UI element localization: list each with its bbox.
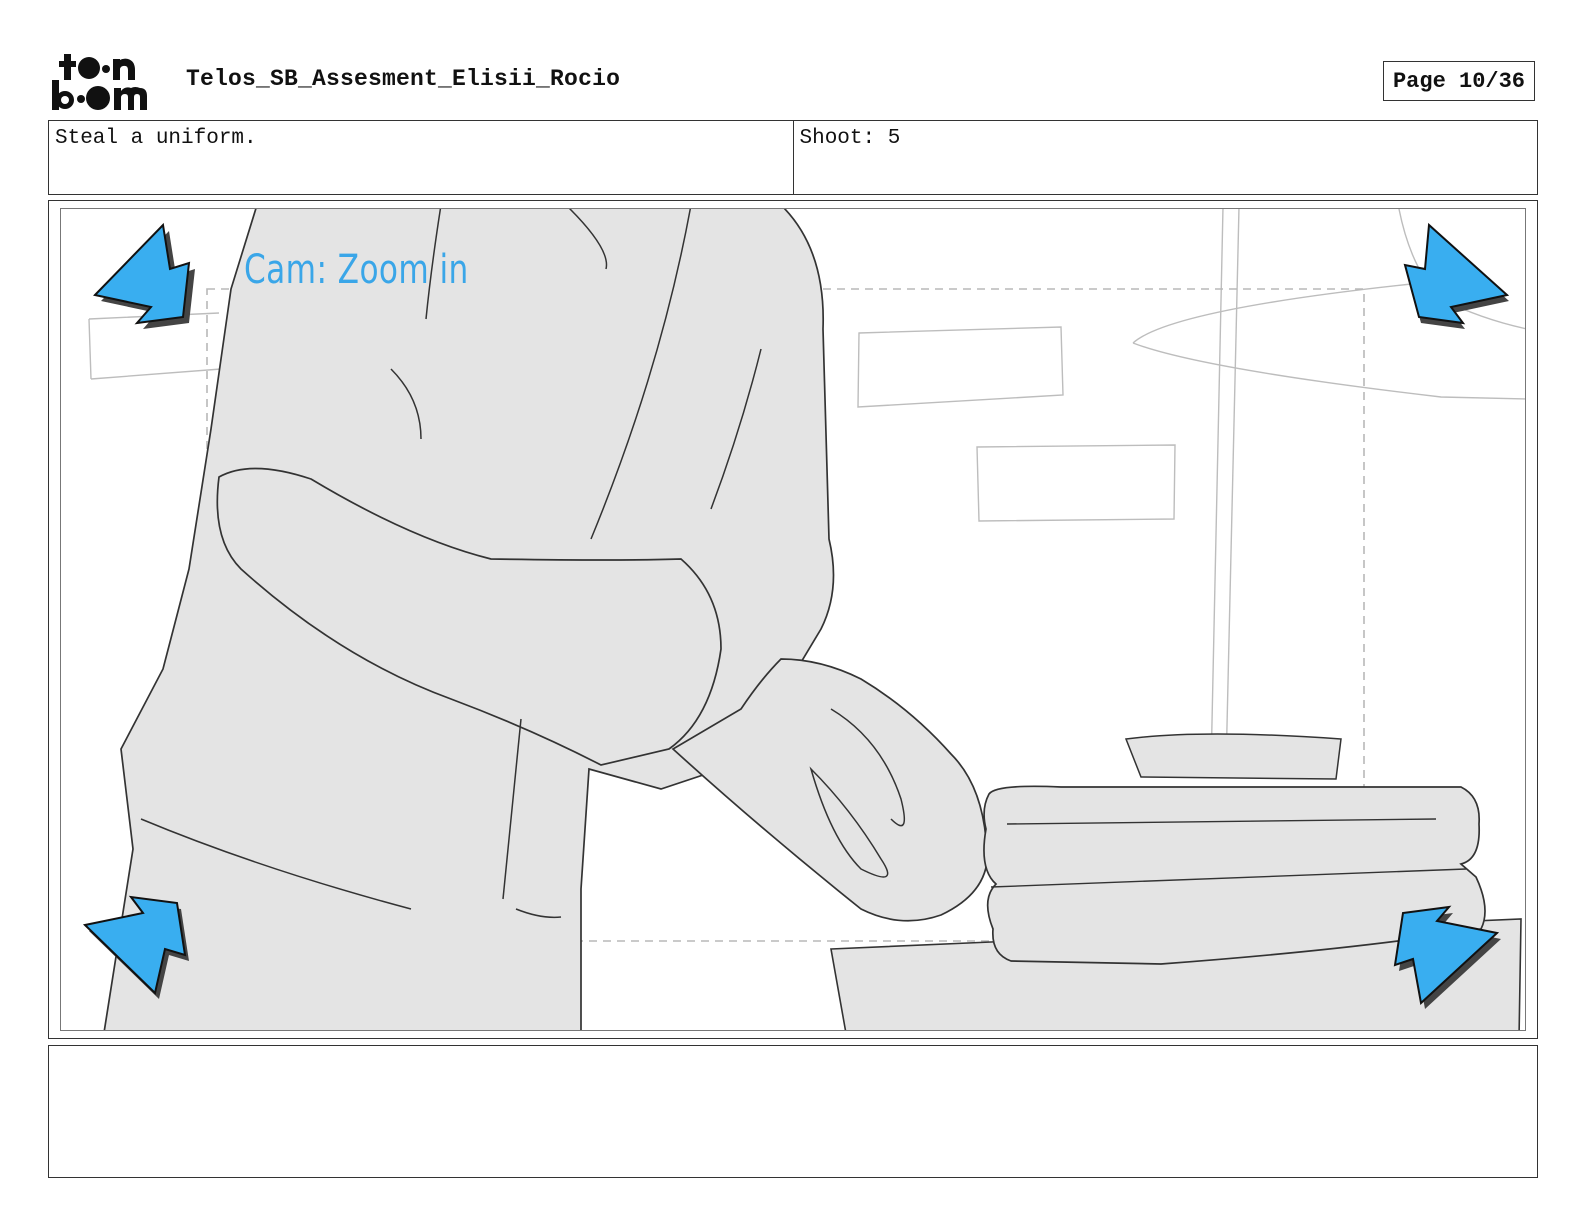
- panel-sketch: [82, 209, 1525, 1030]
- camera-note: Cam: Zoom in: [244, 247, 469, 293]
- panel-info-row: Steal a uniform. Shoot: 5: [48, 120, 1538, 195]
- action-description: Steal a uniform.: [55, 127, 257, 150]
- panel-drawing-area: Cam: Zoom in: [60, 208, 1526, 1031]
- zoom-arrow-top-left-icon: [93, 222, 195, 329]
- document-title: Telos_SB_Assesment_Elisii_Rocio: [186, 66, 621, 92]
- toon-boom-logo: [50, 50, 166, 112]
- zoom-arrow-top-right-icon: [1403, 222, 1510, 329]
- notes-box[interactable]: [48, 1045, 1538, 1178]
- shot-number: Shoot: 5: [792, 121, 1538, 194]
- page-indicator: Page 10/36: [1383, 61, 1535, 101]
- storyboard-panel: Cam: Zoom in: [48, 200, 1538, 1039]
